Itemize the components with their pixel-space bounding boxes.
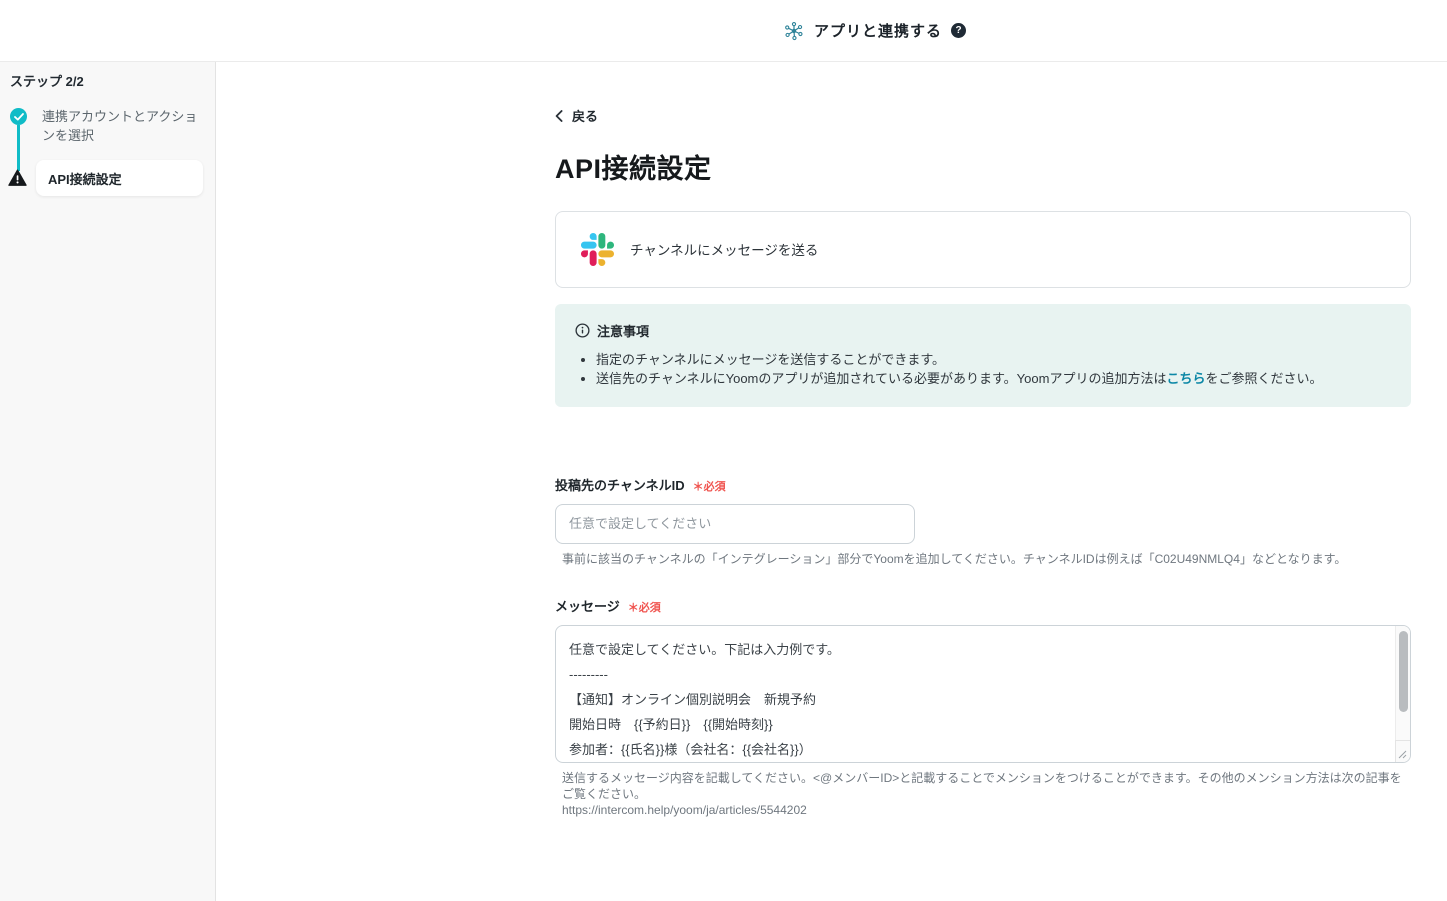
channel-id-input[interactable] [555,504,915,544]
channel-id-required-badge: ＊必須 [693,478,726,494]
message-field: メッセージ ＊必須 任意で設定してください。下記は入力例です。 --------… [555,596,1411,818]
selected-action-card: チャンネルにメッセージを送る [555,211,1411,288]
sidebar-step-api-settings[interactable]: API接続設定 [36,160,203,196]
notice-item-2: 送信先のチャンネルにYoomのアプリが追加されている必要があります。Yoomアプ… [596,369,1391,389]
page-header-title: アプリと連携する [814,20,942,41]
notice-title: 注意事項 [597,321,649,340]
main-panel: 戻る API接続設定 チャンネルにメッセージを送る [216,62,1447,901]
step2-warning-icon [8,169,27,187]
slack-logo-icon [581,233,614,266]
notice-item-2-tail: をご参照ください。 [1205,371,1322,386]
channel-id-field: 投稿先のチャンネルID ＊必須 事前に該当のチャンネルの「インテグレーション」部… [555,475,1411,567]
textarea-scrollbar-track[interactable] [1395,626,1410,740]
header-title-group: アプリと連携する ? [783,20,966,42]
info-icon [575,323,590,338]
notice-list: 指定のチャンネルにメッセージを送信することができます。 送信先のチャンネルにYo… [575,350,1391,389]
message-required-badge: ＊必須 [628,599,661,615]
sidebar-step-account-action[interactable]: 連携アカウントとアクションを選択 [42,107,198,145]
textarea-resize-handle[interactable] [1395,740,1410,762]
channel-id-helper: 事前に該当のチャンネルの「インテグレーション」部分でYoomを追加してください。… [555,551,1411,567]
back-link[interactable]: 戻る [555,106,598,125]
notice-item-1: 指定のチャンネルにメッセージを送信することができます。 [596,350,1391,370]
chevron-left-icon [555,110,563,122]
message-textarea[interactable]: 任意で設定してください。下記は入力例です。 --------- 【通知】オンライ… [555,625,1411,763]
message-label: メッセージ [555,596,620,615]
page-title: API接続設定 [555,147,1411,186]
notice-box: 注意事項 指定のチャンネルにメッセージを送信することができます。 送信先のチャン… [555,304,1411,407]
message-helper-line2: https://intercom.help/yoom/ja/articles/5… [562,802,1411,818]
notice-item-2-text: 送信先のチャンネルにYoomのアプリが追加されている必要があります。Yoomアプ… [596,371,1166,386]
stepper-connector-line [17,125,20,171]
kochira-link[interactable]: こちら [1166,371,1205,386]
sidebar-step-api-settings-label: API接続設定 [48,169,122,188]
selected-action-label: チャンネルにメッセージを送る [630,239,818,259]
help-icon[interactable]: ? [951,23,966,38]
integration-network-icon [783,20,805,42]
message-helper: 送信するメッセージ内容を記載してください。<@メンバーID>と記載することでメン… [555,770,1411,818]
app-header: アプリと連携する ? [0,0,1447,62]
message-helper-line1: 送信するメッセージ内容を記載してください。<@メンバーID>と記載することでメン… [562,770,1411,802]
back-label: 戻る [572,106,598,125]
step1-complete-check-icon [10,108,27,125]
channel-id-label: 投稿先のチャンネルID [555,475,685,494]
step-counter: ステップ 2/2 [10,71,84,90]
step-sidebar: ステップ 2/2 連携アカウントとアクションを選択 API接続設定 [0,62,216,901]
textarea-scrollbar-thumb[interactable] [1399,631,1408,712]
